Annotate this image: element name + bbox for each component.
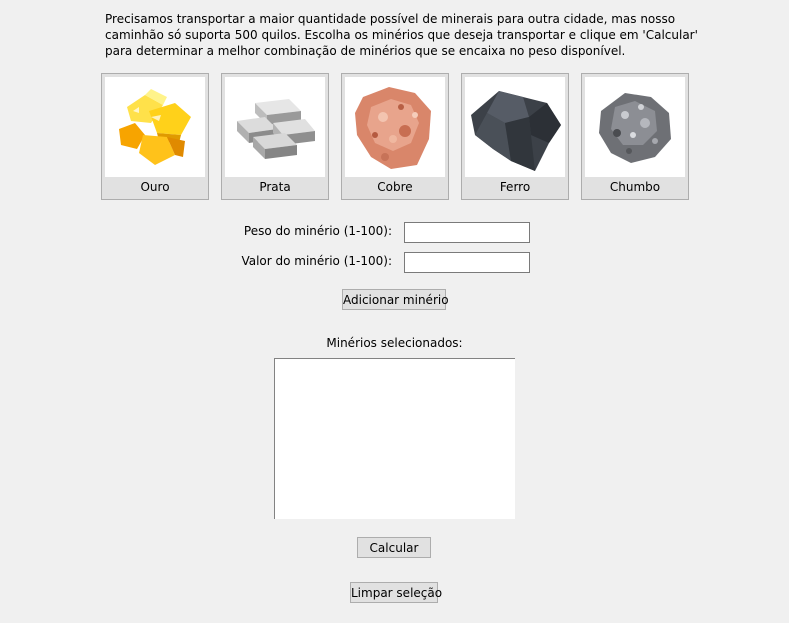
weight-row: Peso do minério (1-100): bbox=[0, 222, 789, 243]
value-row: Valor do minério (1-100): bbox=[0, 252, 789, 273]
mineral-button-chumbo[interactable]: Chumbo bbox=[581, 73, 689, 200]
instructions-text: Precisamos transportar a maior quantidad… bbox=[105, 12, 698, 58]
weight-label: Peso do minério (1-100): bbox=[243, 224, 392, 238]
calculate-button[interactable]: Calcular bbox=[357, 537, 431, 558]
mineral-button-ferro[interactable]: Ferro bbox=[461, 73, 569, 200]
mineral-button-cobre[interactable]: Cobre bbox=[341, 73, 449, 200]
clear-selection-button[interactable]: Limpar seleção bbox=[350, 582, 442, 603]
mineral-options: Ouro Prata Cobre Ferro Chumbo bbox=[101, 73, 701, 200]
lead-ore-icon bbox=[585, 77, 685, 177]
iron-ore-icon bbox=[465, 77, 565, 177]
selected-minerals-list[interactable] bbox=[274, 358, 515, 519]
gold-nuggets-icon bbox=[105, 77, 205, 177]
add-mineral-button[interactable]: Adicionar minério bbox=[342, 289, 449, 310]
value-input[interactable] bbox=[404, 252, 530, 273]
mineral-button-ouro[interactable]: Ouro bbox=[101, 73, 209, 200]
silver-bars-icon bbox=[225, 77, 325, 177]
mineral-label: Chumbo bbox=[609, 180, 661, 194]
copper-ore-icon bbox=[345, 77, 445, 177]
selected-minerals-label: Minérios selecionados: bbox=[326, 336, 463, 350]
mineral-label: Cobre bbox=[377, 180, 413, 194]
mineral-label: Ouro bbox=[140, 180, 170, 194]
mineral-label: Prata bbox=[259, 180, 291, 194]
weight-input[interactable] bbox=[404, 222, 530, 243]
mineral-label: Ferro bbox=[499, 180, 531, 194]
mineral-button-prata[interactable]: Prata bbox=[221, 73, 329, 200]
value-label: Valor do minério (1-100): bbox=[241, 254, 392, 268]
